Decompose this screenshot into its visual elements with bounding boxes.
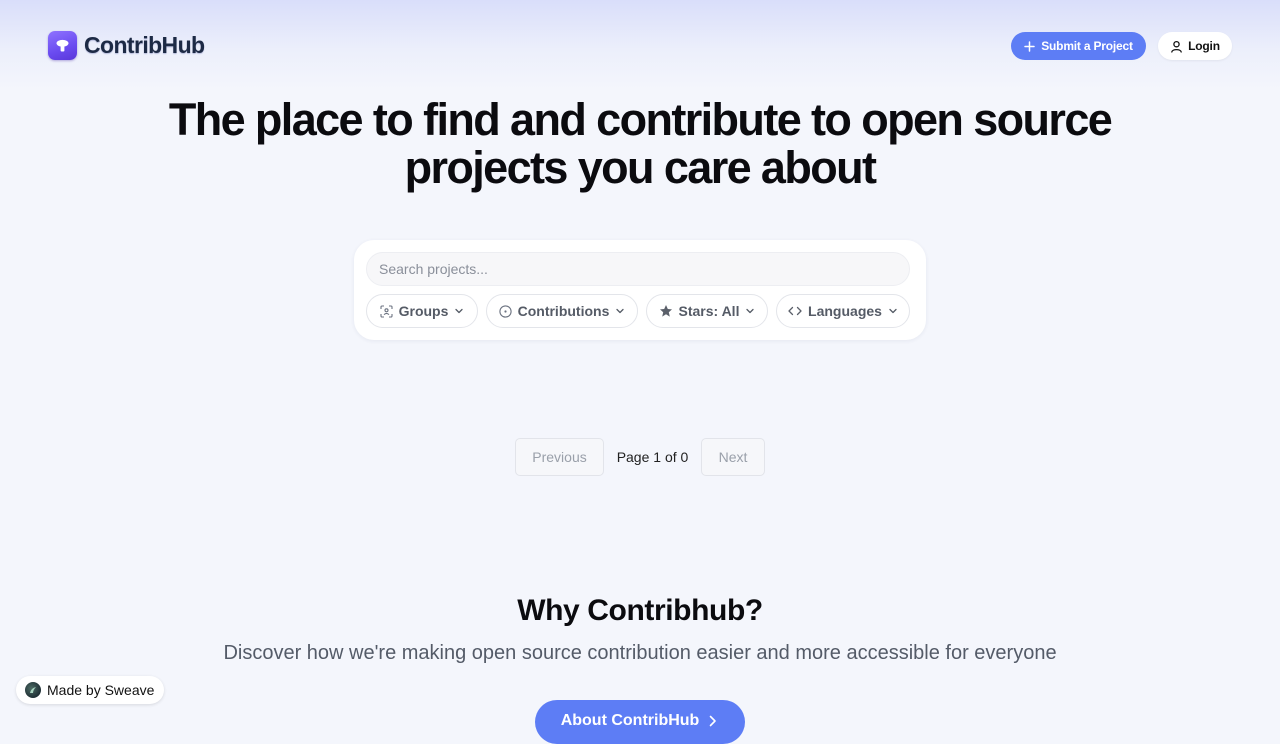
stars-filter[interactable]: Stars: All — [646, 294, 768, 328]
contributions-filter-label: Contributions — [517, 303, 610, 319]
chevron-down-icon — [888, 306, 898, 316]
user-icon — [1170, 40, 1183, 53]
stars-filter-label: Stars: All — [678, 303, 740, 319]
submit-project-label: Submit a Project — [1041, 39, 1133, 53]
code-icon — [788, 305, 802, 317]
chevron-down-icon — [745, 306, 755, 316]
about-button-label: About ContribHub — [560, 712, 700, 729]
why-section-subtitle: Discover how we're making open source co… — [223, 642, 1057, 664]
groups-filter[interactable]: Groups — [366, 294, 478, 328]
logo-text: ContribHub — [84, 32, 205, 58]
search-input[interactable] — [366, 252, 910, 286]
star-icon — [659, 304, 673, 318]
page-indicator: Page 1 of 0 — [616, 449, 689, 465]
about-contribhub-button[interactable]: About ContribHub — [535, 700, 745, 744]
sweave-logo-icon — [25, 682, 41, 698]
search-card: Groups Contributions Stars: All — [354, 240, 926, 340]
scan-users-icon — [380, 304, 393, 318]
previous-page-button[interactable]: Previous — [515, 438, 604, 476]
logo[interactable]: ContribHub — [48, 31, 205, 60]
chevron-down-icon — [454, 306, 464, 316]
info-circle-icon — [498, 304, 512, 318]
chevron-down-icon — [615, 306, 625, 316]
groups-filter-label: Groups — [398, 303, 449, 319]
cloud-logo-icon — [48, 31, 77, 60]
made-by-badge[interactable]: Made by Sweave — [16, 676, 165, 704]
contributions-filter[interactable]: Contributions — [486, 294, 638, 328]
languages-filter[interactable]: Languages — [776, 294, 910, 328]
plus-icon — [1024, 40, 1035, 52]
site-header: ContribHub Submit a Project Login — [0, 0, 1280, 92]
made-by-label: Made by Sweave — [47, 682, 155, 698]
submit-project-button[interactable]: Submit a Project — [1011, 32, 1146, 60]
login-label: Login — [1188, 39, 1220, 53]
why-section-title: Why Contribhub? — [517, 594, 763, 627]
languages-filter-label: Languages — [808, 303, 882, 319]
hero-title: The place to find and contribute to open… — [168, 94, 1113, 193]
next-page-button[interactable]: Next — [701, 438, 765, 476]
login-button[interactable]: Login — [1158, 32, 1232, 60]
